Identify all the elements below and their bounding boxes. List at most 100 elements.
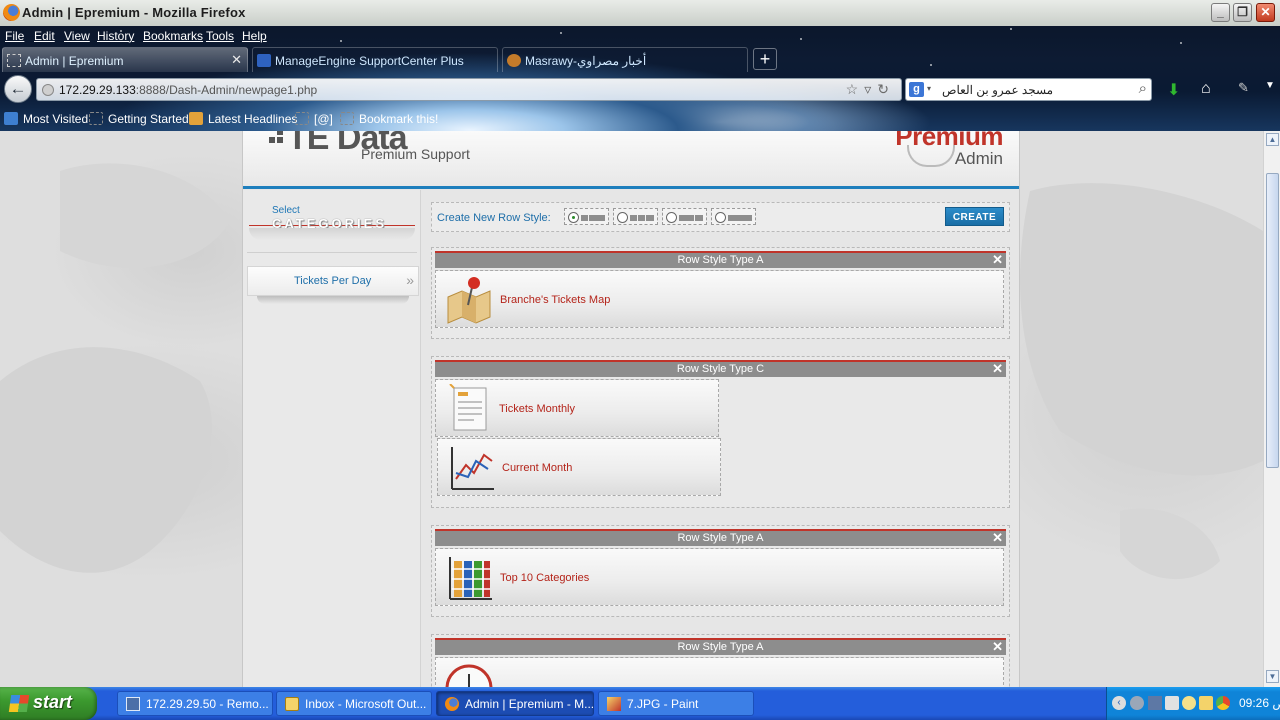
site-identity-icon[interactable] xyxy=(42,84,54,96)
taskbar-item-label: 172.29.29.50 - Remo... xyxy=(146,697,269,711)
navigation-bar: ← 172.29.29.133:8888/Dash-Admin/newpage1… xyxy=(0,74,1280,106)
page-viewport: TE Data Premium Support Premium Admin Se… xyxy=(0,131,1263,687)
remove-row-icon[interactable]: ✕ xyxy=(992,361,1003,377)
bookmark-most-visited[interactable]: Most Visited xyxy=(4,112,88,126)
tab-admin-epremium[interactable]: Admin | Epremium ✕ xyxy=(2,47,248,72)
widget-tickets-monthly[interactable]: Tickets Monthly xyxy=(435,379,719,437)
bookmark-latest-headlines[interactable]: Latest Headlines xyxy=(189,112,297,126)
remove-row-icon[interactable]: ✕ xyxy=(992,639,1003,655)
minimize-button[interactable]: _ xyxy=(1211,3,1230,22)
paint-icon xyxy=(607,697,621,711)
google-icon[interactable]: g xyxy=(909,82,924,97)
tab-label: Masrawy-أخبار مصراوي xyxy=(525,54,647,68)
row-style-option-4[interactable] xyxy=(711,208,756,225)
create-row-bar: Create New Row Style: CREATE xyxy=(431,202,1010,232)
dropdown-icon[interactable]: ▿ xyxy=(864,81,877,97)
remove-row-icon[interactable]: ✕ xyxy=(992,252,1003,268)
title-bar: Admin | Epremium - Mozilla Firefox _ ❐ ✕ xyxy=(0,0,1280,26)
taskbar-item-firefox[interactable]: Admin | Epremium - M... xyxy=(436,691,594,716)
window-title: Admin | Epremium - Mozilla Firefox xyxy=(22,5,246,20)
site-header: TE Data Premium Support Premium Admin xyxy=(243,131,1019,189)
new-tab-button[interactable]: + xyxy=(753,48,777,70)
line-chart-icon xyxy=(451,447,494,490)
row-style-option-3[interactable] xyxy=(662,208,707,225)
radio[interactable] xyxy=(666,212,677,223)
restore-button[interactable]: ❐ xyxy=(1233,3,1252,22)
search-icon[interactable]: ⌕ xyxy=(1139,80,1147,97)
premium-admin-logo: Premium Admin xyxy=(895,131,1003,168)
row-style-option-1[interactable] xyxy=(564,208,609,225)
row-style-option-2[interactable] xyxy=(613,208,658,225)
menu-file[interactable]: File xyxy=(5,29,24,43)
close-button[interactable]: ✕ xyxy=(1256,3,1275,22)
scroll-thumb[interactable] xyxy=(1266,173,1279,468)
radio-selected[interactable] xyxy=(568,212,579,223)
outlook-tray-icon[interactable] xyxy=(1199,696,1213,710)
sidebar-item-tickets-per-day[interactable]: Tickets Per Day » xyxy=(247,266,419,296)
scroll-down-icon[interactable]: ▼ xyxy=(1266,670,1279,683)
bookmark-getting-started[interactable]: Getting Started xyxy=(89,112,189,126)
help-tray-icon[interactable] xyxy=(1130,696,1144,710)
manageengine-icon xyxy=(257,54,271,67)
taskbar-item-paint[interactable]: 7.JPG - Paint xyxy=(598,691,754,716)
volume-tray-icon[interactable] xyxy=(1165,696,1179,710)
tray-expand-icon[interactable]: ‹ xyxy=(1112,696,1126,710)
menu-history[interactable]: History xyxy=(97,29,134,43)
engine-dropdown-icon[interactable]: ▾ xyxy=(927,84,931,93)
widget-branches-tickets-map[interactable]: Branche's Tickets Map xyxy=(435,270,1004,328)
menu-dropdown-icon[interactable]: ▼ xyxy=(1265,80,1275,91)
create-row-label: Create New Row Style: xyxy=(437,212,551,224)
start-button[interactable]: start xyxy=(0,687,97,720)
menu-bookmarks[interactable]: Bookmarks xyxy=(143,29,203,43)
address-bar[interactable]: 172.29.29.133:8888/Dash-Admin/newpage1.p… xyxy=(36,78,902,101)
home-icon[interactable]: ⌂ xyxy=(1201,80,1211,98)
remove-row-icon[interactable]: ✕ xyxy=(992,530,1003,546)
menu-view[interactable]: View xyxy=(64,29,90,43)
radio[interactable] xyxy=(715,212,726,223)
download-icon[interactable]: ⬇ xyxy=(1167,80,1180,100)
vertical-scrollbar[interactable]: ▲ ▼ xyxy=(1263,131,1280,687)
taskbar: start 172.29.29.50 - Remo... Inbox - Mic… xyxy=(0,687,1280,720)
taskbar-item-remote[interactable]: 172.29.29.50 - Remo... xyxy=(117,691,273,716)
tab-label: ManageEngine SupportCenter Plus xyxy=(275,54,464,68)
menu-tools[interactable]: Tools xyxy=(206,29,234,43)
tab-manageengine[interactable]: ManageEngine SupportCenter Plus xyxy=(252,47,498,72)
url-path: :8888/Dash-Admin/newpage1.php xyxy=(135,83,318,97)
menu-help[interactable]: Help xyxy=(242,29,267,43)
sidebar-select-label: Select xyxy=(272,205,300,216)
tab-label: Admin | Epremium xyxy=(25,54,124,68)
row-header: Row Style Type A ✕ xyxy=(435,251,1006,268)
close-tab-icon[interactable]: ✕ xyxy=(231,52,242,68)
bookmark-at[interactable]: [@] xyxy=(295,112,333,126)
widget-label: Branche's Tickets Map xyxy=(500,294,611,306)
start-label: start xyxy=(33,692,73,712)
row-block: Row Style Type A ✕ Top 10 Categories xyxy=(431,525,1010,617)
page-icon xyxy=(295,112,309,125)
system-tray: ‹ 09:26 ص xyxy=(1106,687,1280,720)
reload-icon[interactable]: ↻ xyxy=(877,81,895,97)
network-tray-icon[interactable] xyxy=(1148,696,1162,710)
widget-clock[interactable] xyxy=(435,657,1004,687)
widget-label: Top 10 Categories xyxy=(500,572,590,584)
tab-masrawy[interactable]: Masrawy-أخبار مصراوي xyxy=(502,47,748,72)
bookmark-this[interactable]: Bookmark this! xyxy=(340,112,438,126)
taskbar-item-label: 7.JPG - Paint xyxy=(627,697,699,711)
search-bar[interactable]: g ▾ مسجد عمرو بن العاص ⌕ xyxy=(905,78,1152,101)
bookmark-star-icon[interactable]: ☆ xyxy=(846,81,865,97)
search-value: مسجد عمرو بن العاص xyxy=(942,83,1054,97)
page-icon xyxy=(7,54,21,67)
menu-edit[interactable]: Edit xyxy=(34,29,55,43)
page-container: TE Data Premium Support Premium Admin Se… xyxy=(242,131,1020,687)
create-button[interactable]: CREATE xyxy=(945,207,1004,226)
addon-icon[interactable]: ✎ xyxy=(1238,80,1249,96)
scroll-up-icon[interactable]: ▲ xyxy=(1266,133,1279,146)
taskbar-item-outlook[interactable]: Inbox - Microsoft Out... xyxy=(276,691,432,716)
widget-top-10-categories[interactable]: Top 10 Categories xyxy=(435,548,1004,606)
chrome-tray-icon[interactable] xyxy=(1216,696,1230,710)
alert-tray-icon[interactable] xyxy=(1182,696,1196,710)
bookmarks-bar: Most Visited Getting Started Latest Head… xyxy=(0,109,1280,130)
back-button[interactable]: ← xyxy=(4,75,32,103)
widget-current-month[interactable]: Current Month xyxy=(437,438,721,496)
radio[interactable] xyxy=(617,212,628,223)
sidebar-item-label: Tickets Per Day xyxy=(294,275,372,287)
